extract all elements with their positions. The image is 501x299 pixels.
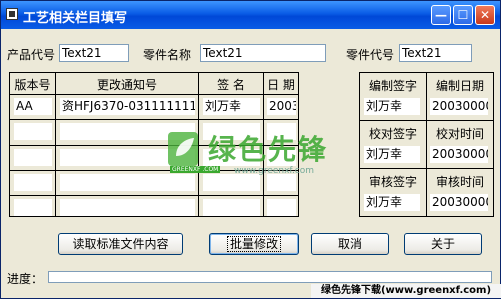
change-notice-cell[interactable]: 资HFJ6370-031111111 — [60, 98, 195, 115]
part-code-input[interactable]: Text21 — [399, 44, 472, 62]
sign-off-table: 编制签字 编制日期 刘万幸 20030000 校对签字 校对时间 刘万幸 200… — [359, 72, 494, 217]
app-icon — [6, 8, 18, 20]
part-name-input[interactable]: Text21 — [200, 44, 326, 62]
read-standard-file-button[interactable]: 读取标准文件内容 — [58, 233, 183, 255]
col-divider — [426, 73, 427, 216]
watermark-text: 绿色先锋 — [208, 133, 329, 166]
date-cell[interactable]: 20030000 — [267, 98, 296, 115]
row-divider — [360, 168, 493, 169]
version-cell[interactable] — [14, 174, 52, 191]
row-divider — [10, 195, 298, 196]
progress-label: 进度： — [7, 272, 44, 286]
compile-sign-input[interactable]: 刘万幸 — [364, 98, 420, 115]
row-divider — [10, 119, 298, 120]
compile-sign-label: 编制签字 — [368, 79, 417, 93]
version-cell[interactable]: AA — [14, 98, 52, 115]
date-cell[interactable] — [267, 199, 296, 216]
proofread-sign-label: 校对签字 — [368, 127, 417, 141]
header-change-notice: 更改通知号 — [96, 78, 157, 92]
batch-edit-label: 批量修改 — [226, 236, 282, 252]
window-title: 工艺相关栏目填写 — [23, 11, 128, 26]
signature-cell[interactable] — [203, 199, 260, 216]
part-name-label: 零件名称 — [143, 48, 192, 62]
watermark: 绿色先锋 GREENXF .COM www.greenxf.com — [166, 126, 366, 186]
review-time-input[interactable]: 20030000 — [430, 194, 488, 211]
title-bar[interactable]: 工艺相关栏目填写 — ☐ ✕ — [1, 1, 500, 29]
proofread-time-input[interactable]: 20030000 — [430, 146, 488, 163]
batch-edit-button[interactable]: 批量修改 — [209, 233, 299, 255]
product-code-input[interactable]: Text21 — [59, 44, 129, 62]
review-sign-input[interactable]: 刘万幸 — [364, 194, 420, 211]
minimize-button[interactable]: — — [431, 5, 451, 25]
header-date: 日 期 — [267, 78, 295, 92]
change-notice-cell[interactable] — [60, 199, 195, 216]
row-divider — [360, 120, 493, 121]
watermark-url: www.greenxf.com — [234, 166, 315, 176]
progress-bar — [48, 271, 492, 283]
site-banner: 绿色先锋下载(www.greenxf.com) — [311, 284, 501, 298]
row-divider — [10, 94, 298, 95]
close-button[interactable]: ✕ — [475, 5, 495, 25]
compile-date-label: 编制日期 — [435, 79, 484, 93]
product-code-label: 产品代号 — [7, 48, 56, 62]
header-signature: 签 名 — [217, 78, 245, 92]
review-time-label: 审核时间 — [435, 175, 484, 189]
maximize-button[interactable]: ☐ — [453, 5, 473, 25]
about-button[interactable]: 关于 — [404, 233, 482, 255]
header-version: 版本号 — [14, 78, 51, 92]
proofread-time-label: 校对时间 — [435, 127, 484, 141]
version-cell[interactable] — [14, 149, 52, 166]
compile-date-input[interactable]: 20030000 — [430, 98, 488, 115]
version-cell[interactable] — [14, 123, 52, 140]
app-window: 工艺相关栏目填写 — ☐ ✕ 产品代号 Text21 零件名称 Text21 零… — [0, 0, 501, 299]
part-code-label: 零件代号 — [346, 48, 395, 62]
review-sign-label: 审核签字 — [368, 175, 417, 189]
watermark-badge: GREENXF .COM — [170, 166, 221, 173]
signature-cell[interactable]: 刘万幸 — [203, 98, 260, 115]
cancel-button[interactable]: 取消 — [311, 233, 389, 255]
leaf-logo-icon — [168, 132, 198, 166]
proofread-sign-input[interactable]: 刘万幸 — [364, 146, 420, 163]
version-cell[interactable] — [14, 199, 52, 216]
